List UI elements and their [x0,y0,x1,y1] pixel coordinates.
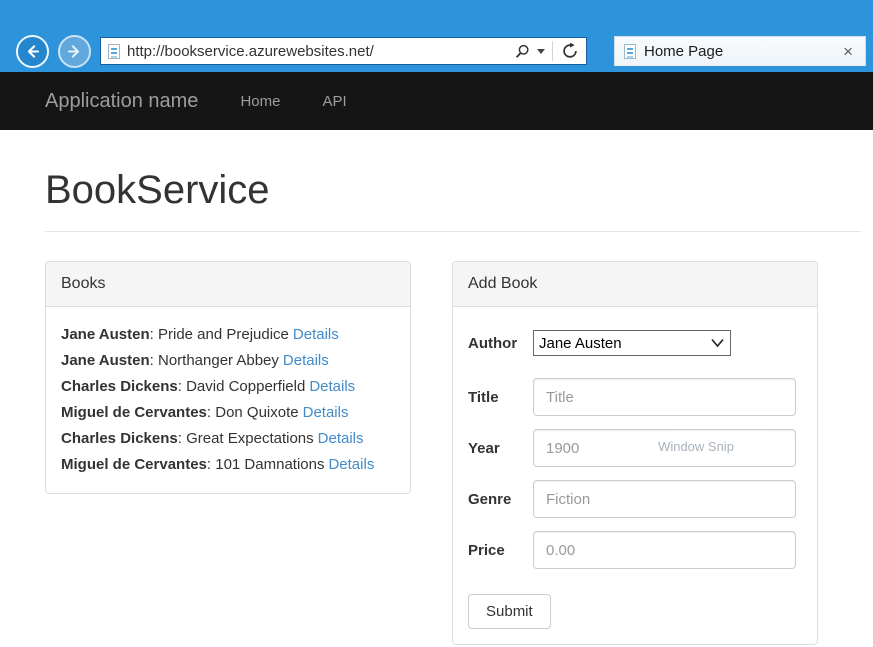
book-separator: : [178,378,186,395]
book-details-link[interactable]: Details [309,378,355,395]
forward-arrow-icon [65,42,84,61]
book-title: Great Expectations [186,430,314,447]
navbar-brand[interactable]: Application name [45,90,198,113]
page-content: BookService Books Jane Austen: Pride and… [0,168,873,645]
url-text[interactable]: http://bookservice.azurewebsites.net/ [127,43,512,60]
book-author: Miguel de Cervantes [61,456,207,473]
price-input[interactable] [533,531,796,569]
book-title: 101 Damnations [215,456,324,473]
year-row: Year [468,429,802,467]
back-arrow-icon [23,42,42,61]
address-bar-controls [512,41,580,61]
book-author: Charles Dickens [61,378,178,395]
book-list-item: Miguel de Cervantes: Don Quixote Details [61,400,395,426]
genre-row: Genre [468,480,802,518]
book-separator: : [150,326,158,343]
add-book-form: Author Jane Austen Title [453,307,817,644]
add-book-panel: Add Book Author Jane Austen Title [452,261,818,645]
book-separator: : [150,352,158,369]
panels: Books Jane Austen: Pride and PrejudiceDe… [45,261,861,645]
book-details-link[interactable]: Details [318,430,364,447]
tab-title: Home Page [644,43,723,60]
book-list-item: Charles Dickens: Great ExpectationsDetai… [61,426,395,452]
forward-button[interactable] [58,35,91,68]
price-row: Price [468,531,802,569]
year-label: Year [468,440,533,457]
divider [45,231,861,232]
book-title: Pride and Prejudice [158,326,289,343]
book-details-link[interactable]: Details [283,352,329,369]
book-title: David Copperfield [186,378,305,395]
year-input[interactable] [533,429,796,467]
books-panel: Books Jane Austen: Pride and PrejudiceDe… [45,261,411,494]
title-input[interactable] [533,378,796,416]
author-select[interactable]: Jane Austen [533,330,731,356]
tab-page-icon [624,44,636,59]
search-button[interactable] [512,42,533,61]
book-separator: : [207,404,215,421]
book-list-item: Miguel de Cervantes: 101 DamnationsDetai… [61,452,395,478]
book-separator: : [207,456,215,473]
book-details-link[interactable]: Details [328,456,374,473]
author-select-wrap: Jane Austen [533,330,731,356]
book-author: Jane Austen [61,326,150,343]
browser-toolbar: http://bookservice.azurewebsites.net/ [0,36,873,66]
tab-close-icon[interactable]: × [840,43,856,60]
refresh-button[interactable] [560,41,580,61]
book-list-item: Jane Austen: Pride and PrejudiceDetails [61,322,395,348]
price-label: Price [468,542,533,559]
book-title: Northanger Abbey [158,352,279,369]
title-row: Title [468,378,802,416]
address-bar-divider [552,41,553,61]
book-details-link[interactable]: Details [293,326,339,343]
book-author: Miguel de Cervantes [61,404,207,421]
submit-button[interactable]: Submit [468,594,551,629]
nav-link-api[interactable]: API [322,93,346,110]
author-row: Author Jane Austen [468,330,802,356]
book-list-item: Jane Austen: Northanger AbbeyDetails [61,348,395,374]
genre-input[interactable] [533,480,796,518]
address-bar[interactable]: http://bookservice.azurewebsites.net/ [100,37,587,65]
page-icon [108,44,120,59]
book-author: Charles Dickens [61,430,178,447]
books-panel-title: Books [46,262,410,307]
book-details-link[interactable]: Details [303,404,349,421]
genre-label: Genre [468,491,533,508]
search-dropdown-chevron-icon[interactable] [537,49,545,54]
title-label: Title [468,389,533,406]
nav-link-home[interactable]: Home [240,93,280,110]
book-title: Don Quixote [215,404,298,421]
browser-chrome: http://bookservice.azurewebsites.net/ [0,0,873,72]
book-list: Jane Austen: Pride and PrejudiceDetails … [46,307,410,493]
page-title: BookService [45,168,861,213]
add-book-panel-title: Add Book [453,262,817,307]
app-navbar: Application name Home API [0,72,873,130]
book-separator: : [178,430,186,447]
browser-tab[interactable]: Home Page × [614,36,866,66]
author-label: Author [468,335,533,352]
book-list-item: Charles Dickens: David CopperfieldDetail… [61,374,395,400]
back-button[interactable] [16,35,49,68]
refresh-icon [562,43,578,59]
book-author: Jane Austen [61,352,150,369]
search-icon [515,44,530,59]
